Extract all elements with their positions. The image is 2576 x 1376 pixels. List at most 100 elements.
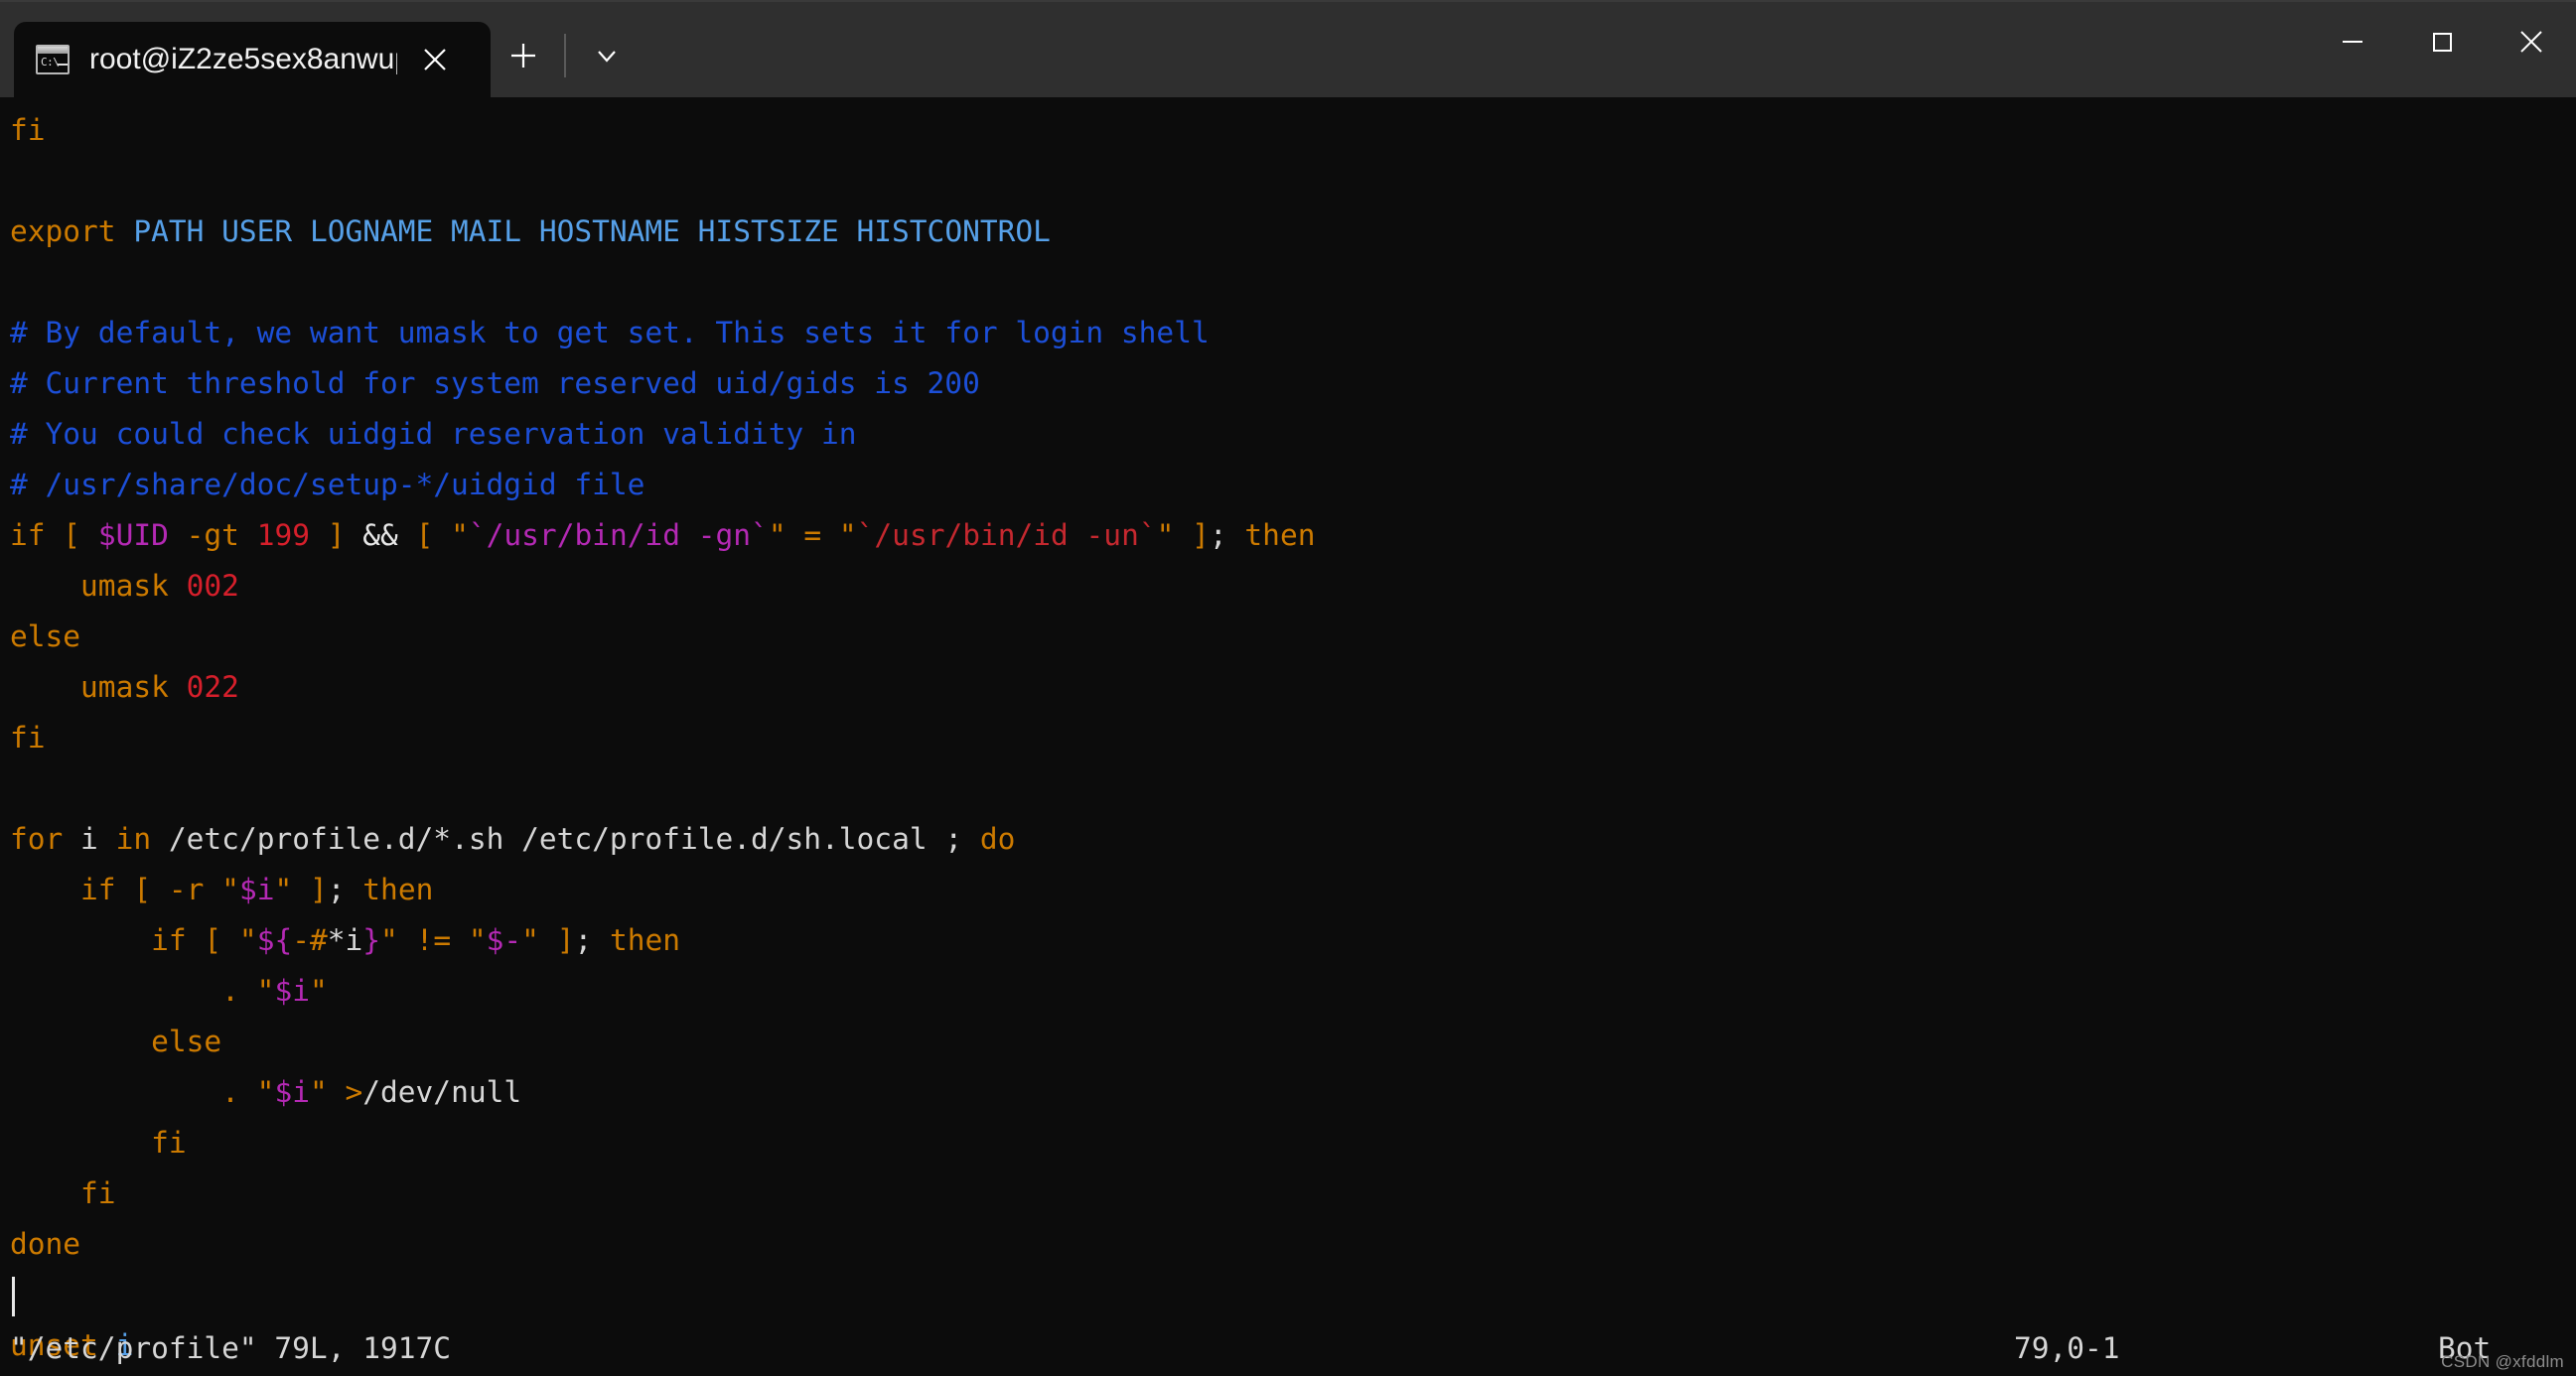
code-token: else xyxy=(151,1025,222,1058)
terminal-tab[interactable]: C:\ root@iZ2ze5sex8anwup62mw xyxy=(14,22,491,97)
toolbar-divider xyxy=(564,34,566,77)
code-line: fi xyxy=(10,1118,2576,1169)
code-token: /etc/profile.d/*.sh /etc/profile.d/sh.lo… xyxy=(151,822,980,856)
code-token: } xyxy=(362,923,381,957)
code-token: " xyxy=(256,1075,275,1109)
status-cursor-position: 79,0-1 xyxy=(2014,1331,2120,1365)
code-token: # You could check uidgid reservation val… xyxy=(10,417,857,451)
watermark-text: CSDN @xfddlm xyxy=(2441,1352,2564,1371)
code-line: if [ "${-#*i}" != "$-" ]; then xyxy=(10,915,2576,966)
code-token: && xyxy=(362,518,398,552)
code-token: ] xyxy=(556,923,575,957)
code-token: $UID xyxy=(97,518,169,552)
close-window-button[interactable] xyxy=(2487,2,2576,81)
code-token: != xyxy=(415,923,452,957)
code-token: $i xyxy=(274,1075,310,1109)
vim-status-line: "/etc/profile" 79L, 1917C 79,0-1 Bot xyxy=(0,1320,2576,1376)
code-token: ; xyxy=(574,923,593,957)
code-token: umask xyxy=(10,569,169,603)
code-token: then xyxy=(362,873,434,906)
code-token: umask xyxy=(10,670,169,704)
code-token: fi xyxy=(151,1126,187,1160)
code-token: [ xyxy=(133,873,152,906)
code-token: " xyxy=(238,923,257,957)
code-token: `/usr/bin/id -gn` xyxy=(468,518,769,552)
code-token: else xyxy=(10,619,81,653)
tab-title: root@iZ2ze5sex8anwup62mw xyxy=(89,43,397,75)
code-token: for xyxy=(10,822,64,856)
code-line: . "$i" xyxy=(10,966,2576,1017)
code-token: export xyxy=(10,214,116,248)
code-token: " xyxy=(468,923,487,957)
code-token: `/usr/bin/id -un` xyxy=(856,518,1157,552)
chevron-down-icon[interactable] xyxy=(574,26,640,85)
code-token: do xyxy=(979,822,1016,856)
code-token: /dev/null xyxy=(362,1075,522,1109)
code-line: if [ -r "$i" ]; then xyxy=(10,865,2576,915)
code-token: " xyxy=(309,1075,328,1109)
minimize-button[interactable] xyxy=(2308,2,2397,81)
code-token: 199 xyxy=(256,518,310,552)
code-line: fi xyxy=(10,713,2576,763)
titlebar-drag-region[interactable] xyxy=(640,2,2308,97)
code-token: " xyxy=(256,974,275,1008)
code-token: " xyxy=(221,873,239,906)
code-token: -# xyxy=(292,923,328,957)
vim-text-buffer[interactable]: fi export PATH USER LOGNAME MAIL HOSTNAM… xyxy=(10,105,2576,1376)
maximize-button[interactable] xyxy=(2397,2,2487,81)
code-line: export PATH USER LOGNAME MAIL HOSTNAME H… xyxy=(10,206,2576,257)
code-token: -r xyxy=(168,873,205,906)
code-token: 002 xyxy=(186,569,239,603)
command-prompt-icon: C:\ xyxy=(36,45,70,74)
title-bar: C:\ root@iZ2ze5sex8anwup62mw xyxy=(0,0,2576,97)
code-line: done xyxy=(10,1219,2576,1270)
terminal-viewport[interactable]: fi export PATH USER LOGNAME MAIL HOSTNAM… xyxy=(0,97,2576,1376)
code-token: " xyxy=(838,518,857,552)
tab-strip: C:\ root@iZ2ze5sex8anwup62mw xyxy=(0,2,640,97)
code-token: . xyxy=(221,974,239,1008)
code-line: fi xyxy=(10,105,2576,156)
new-tab-icon[interactable] xyxy=(491,26,556,85)
code-line: # By default, we want umask to get set. … xyxy=(10,308,2576,358)
code-line: for i in /etc/profile.d/*.sh /etc/profil… xyxy=(10,814,2576,865)
code-token: ; xyxy=(1209,518,1227,552)
code-line: fi xyxy=(10,1169,2576,1219)
text-cursor xyxy=(12,1277,15,1316)
code-token: -gt xyxy=(186,518,239,552)
code-token: PATH USER LOGNAME MAIL HOSTNAME HISTSIZE… xyxy=(115,214,1051,248)
code-token: if xyxy=(10,518,46,552)
code-token: ; xyxy=(327,873,346,906)
code-token: # By default, we want umask to get set. … xyxy=(10,316,1210,349)
close-tab-icon[interactable] xyxy=(407,32,463,87)
code-line: . "$i" >/dev/null xyxy=(10,1067,2576,1118)
code-token: ] xyxy=(1192,518,1210,552)
code-token: if xyxy=(80,873,116,906)
tab-icon-prompt-glyph: C:\ xyxy=(41,56,60,69)
code-token: $i xyxy=(238,873,275,906)
